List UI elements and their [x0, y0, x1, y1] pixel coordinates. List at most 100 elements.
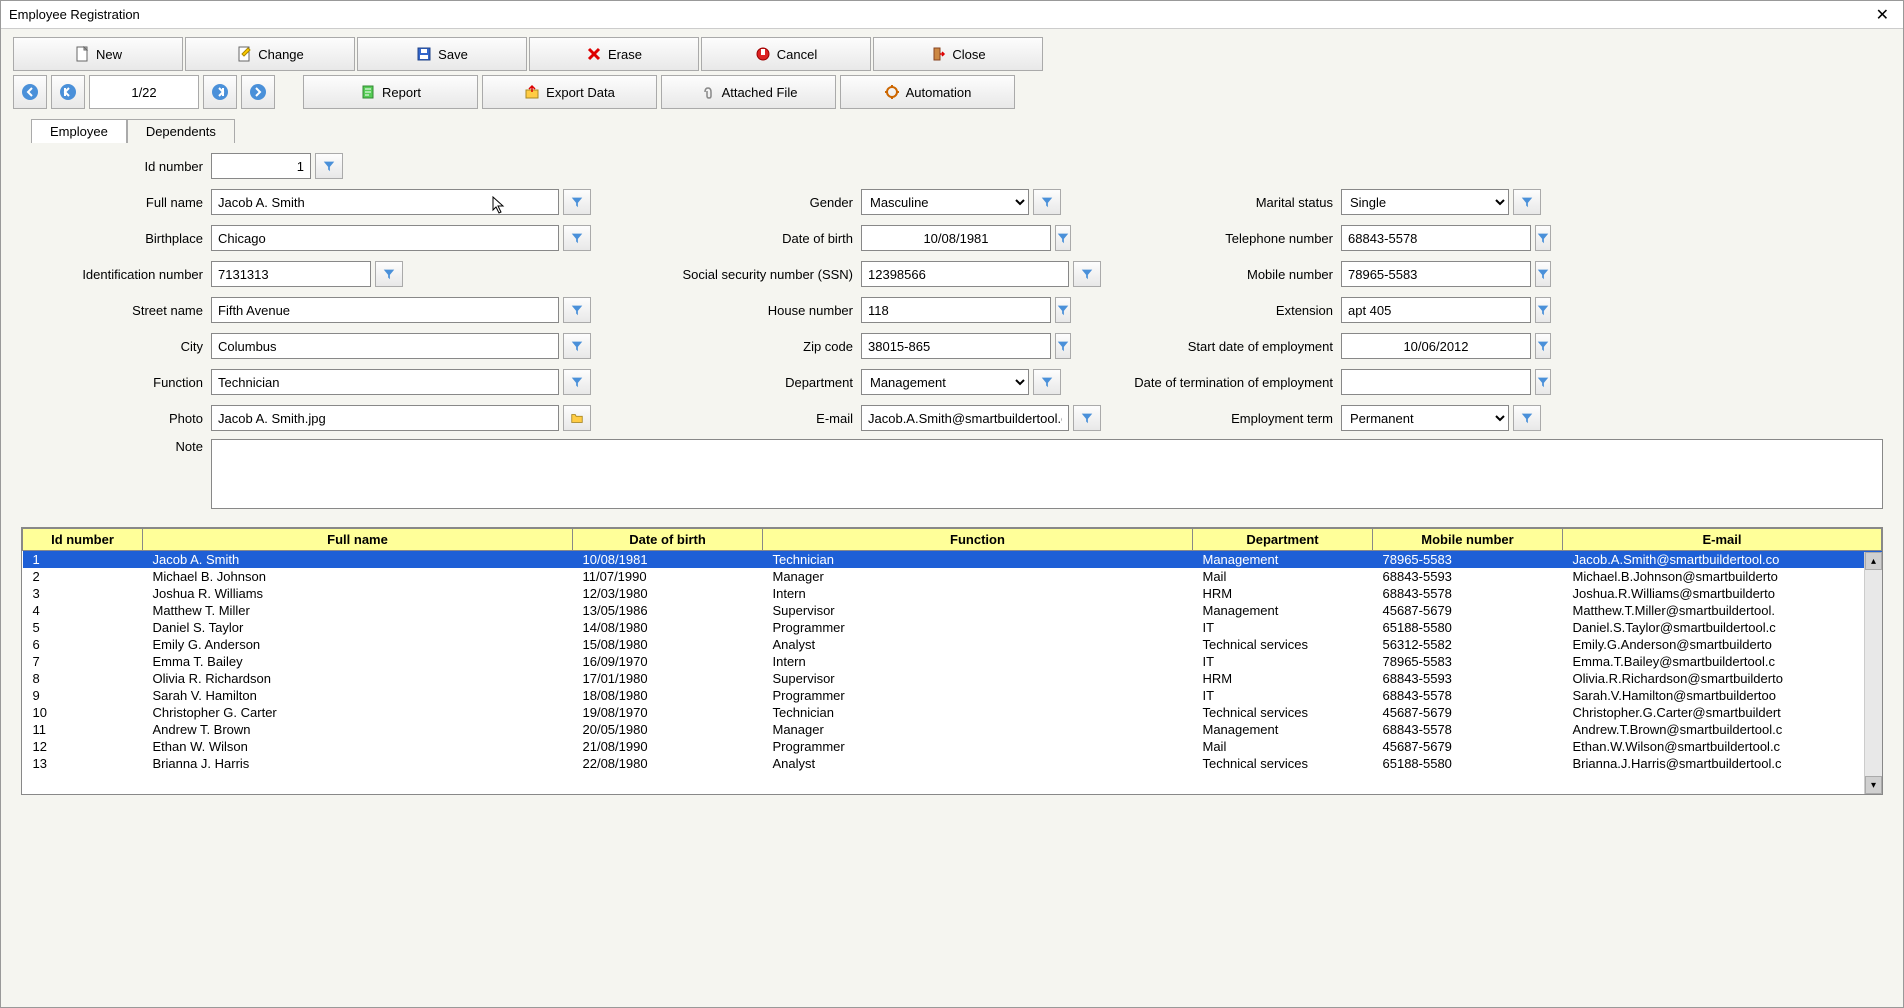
cell-email: Brianna.J.Harris@smartbuildertool.c [1563, 755, 1882, 772]
nav-prev-button[interactable] [51, 75, 85, 109]
cancel-button[interactable]: Cancel [701, 37, 871, 71]
tab-dependents[interactable]: Dependents [127, 119, 235, 143]
table-row[interactable]: 7Emma T. Bailey16/09/1970InternIT78965-5… [23, 653, 1882, 670]
filter-ext-button[interactable] [1535, 297, 1551, 323]
table-row[interactable]: 1Jacob A. Smith10/08/1981TechnicianManag… [23, 551, 1882, 569]
house-input[interactable] [861, 297, 1051, 323]
filter-mobile-button[interactable] [1535, 261, 1551, 287]
term-select[interactable]: Permanent [1341, 405, 1509, 431]
col-name[interactable]: Full name [143, 529, 573, 551]
col-id[interactable]: Id number [23, 529, 143, 551]
filter-dob-button[interactable] [1055, 225, 1071, 251]
nav-next-button[interactable] [203, 75, 237, 109]
table-row[interactable]: 10Christopher G. Carter19/08/1970Technic… [23, 704, 1882, 721]
col-email[interactable]: E-mail [1563, 529, 1882, 551]
ext-input[interactable] [1341, 297, 1531, 323]
end-input[interactable] [1341, 369, 1531, 395]
filter-icon [322, 159, 336, 173]
filter-id-button[interactable] [315, 153, 343, 179]
cell-func: Supervisor [763, 602, 1193, 619]
zip-input[interactable] [861, 333, 1051, 359]
table-row[interactable]: 13Brianna J. Harris22/08/1980AnalystTech… [23, 755, 1882, 772]
filter-gender-button[interactable] [1033, 189, 1061, 215]
scroll-up-button[interactable]: ▴ [1865, 552, 1882, 570]
city-input[interactable] [211, 333, 559, 359]
table-row[interactable]: 5Daniel S. Taylor14/08/1980ProgrammerIT6… [23, 619, 1882, 636]
filter-house-button[interactable] [1055, 297, 1071, 323]
birthplace-input[interactable] [211, 225, 559, 251]
new-button[interactable]: New [13, 37, 183, 71]
filter-birthplace-button[interactable] [563, 225, 591, 251]
email-input[interactable] [861, 405, 1069, 431]
filter-dept-button[interactable] [1033, 369, 1061, 395]
table-row[interactable]: 2Michael B. Johnson11/07/1990ManagerMail… [23, 568, 1882, 585]
cell-name: Joshua R. Williams [143, 585, 573, 602]
table-row[interactable]: 6Emily G. Anderson15/08/1980AnalystTechn… [23, 636, 1882, 653]
table-row[interactable]: 12Ethan W. Wilson21/08/1990ProgrammerMai… [23, 738, 1882, 755]
fullname-input[interactable] [211, 189, 559, 215]
filter-zip-button[interactable] [1055, 333, 1071, 359]
export-button[interactable]: Export Data [482, 75, 657, 109]
erase-button[interactable]: Erase [529, 37, 699, 71]
filter-email-button[interactable] [1073, 405, 1101, 431]
id-input[interactable] [211, 153, 311, 179]
col-dept[interactable]: Department [1193, 529, 1373, 551]
filter-tel-button[interactable] [1535, 225, 1551, 251]
col-mobile[interactable]: Mobile number [1373, 529, 1563, 551]
filter-icon [570, 375, 584, 389]
filter-idnum-button[interactable] [375, 261, 403, 287]
cell-email: Olivia.R.Richardson@smartbuilderto [1563, 670, 1882, 687]
dept-select[interactable]: Management [861, 369, 1029, 395]
change-button[interactable]: Change [185, 37, 355, 71]
cell-func: Technician [763, 551, 1193, 569]
table-row[interactable]: 11Andrew T. Brown20/05/1980ManagerManage… [23, 721, 1882, 738]
label-ssn: Social security number (SSN) [631, 267, 861, 282]
filter-start-button[interactable] [1535, 333, 1551, 359]
table-row[interactable]: 9Sarah V. Hamilton18/08/1980ProgrammerIT… [23, 687, 1882, 704]
dob-input[interactable] [861, 225, 1051, 251]
automation-button[interactable]: Automation [840, 75, 1015, 109]
note-textarea[interactable] [211, 439, 1883, 509]
tab-employee[interactable]: Employee [31, 119, 127, 143]
attached-file-button[interactable]: Attached File [661, 75, 836, 109]
street-input[interactable] [211, 297, 559, 323]
filter-city-button[interactable] [563, 333, 591, 359]
table-scrollbar[interactable]: ▴ ▾ [1864, 552, 1882, 794]
cell-func: Programmer [763, 619, 1193, 636]
filter-icon [1080, 267, 1094, 281]
nav-first-button[interactable] [13, 75, 47, 109]
filter-street-button[interactable] [563, 297, 591, 323]
close-icon[interactable]: ✕ [1870, 5, 1895, 25]
filter-ssn-button[interactable] [1073, 261, 1101, 287]
tel-input[interactable] [1341, 225, 1531, 251]
col-dob[interactable]: Date of birth [573, 529, 763, 551]
form-area: Id number Full name Gender Masculine Mar… [1, 143, 1903, 519]
photo-input[interactable] [211, 405, 559, 431]
marital-select[interactable]: Single [1341, 189, 1509, 215]
cell-name: Daniel S. Taylor [143, 619, 573, 636]
browse-photo-button[interactable] [563, 405, 591, 431]
table-row[interactable]: 3Joshua R. Williams12/03/1980InternHRM68… [23, 585, 1882, 602]
function-input[interactable] [211, 369, 559, 395]
idnum-input[interactable] [211, 261, 371, 287]
close-button[interactable]: Close [873, 37, 1043, 71]
filter-marital-button[interactable] [1513, 189, 1541, 215]
main-toolbar: New Change Save Erase Cancel Close [1, 29, 1903, 71]
scroll-down-button[interactable]: ▾ [1865, 776, 1882, 794]
gender-select[interactable]: Masculine [861, 189, 1029, 215]
nav-last-button[interactable] [241, 75, 275, 109]
col-func[interactable]: Function [763, 529, 1193, 551]
table-row[interactable]: 8Olivia R. Richardson17/01/1980Superviso… [23, 670, 1882, 687]
mobile-input[interactable] [1341, 261, 1531, 287]
filter-icon [1536, 375, 1550, 389]
report-button[interactable]: Report [303, 75, 478, 109]
filter-term-button[interactable] [1513, 405, 1541, 431]
filter-icon [1536, 303, 1550, 317]
filter-function-button[interactable] [563, 369, 591, 395]
ssn-input[interactable] [861, 261, 1069, 287]
start-input[interactable] [1341, 333, 1531, 359]
filter-end-button[interactable] [1535, 369, 1551, 395]
filter-fullname-button[interactable] [563, 189, 591, 215]
table-row[interactable]: 4Matthew T. Miller13/05/1986SupervisorMa… [23, 602, 1882, 619]
save-button[interactable]: Save [357, 37, 527, 71]
